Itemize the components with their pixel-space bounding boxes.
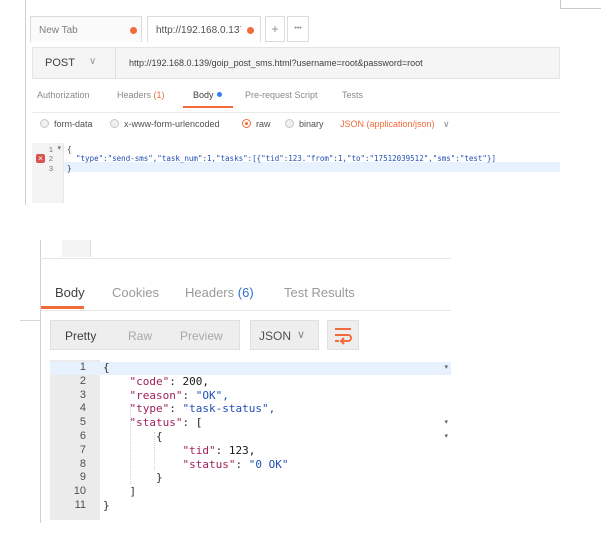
line-number: 9 [79, 471, 86, 484]
window-corner-line [560, 8, 601, 9]
tab-headers-label: Headers [117, 90, 152, 100]
tab-tests[interactable]: Tests [342, 90, 363, 100]
line-number: 1 [48, 145, 53, 154]
line-number: 10 [73, 485, 86, 498]
line-number: 8 [79, 457, 86, 470]
line-number: 3 [48, 164, 53, 173]
line-number: 3 [79, 388, 86, 401]
resize-strip[interactable] [62, 240, 91, 257]
view-mode-group: Pretty Raw Preview [50, 320, 240, 350]
code-line: ] [103, 485, 137, 499]
window-corner-line [560, 0, 561, 8]
radio-urlencoded[interactable] [110, 119, 119, 128]
urlencoded-label: x-www-form-urlencoded [124, 119, 220, 129]
request-body-editor[interactable]: 1 ▾ × 2 3 { "type":"send-sms","task_num"… [32, 143, 560, 203]
tab-body[interactable]: Body [193, 90, 222, 100]
form-data-label: form-data [54, 119, 93, 129]
radio-form-data[interactable] [40, 119, 49, 128]
panel-border [40, 240, 41, 523]
tab-pre-request-script[interactable]: Pre-request Script [245, 90, 318, 100]
line-number: 1 [79, 361, 86, 373]
format-select[interactable]: JSON ∨ [250, 320, 319, 350]
more-tabs-button[interactable]: ••• [287, 16, 309, 42]
code-line: } [103, 471, 163, 485]
divider [32, 112, 560, 113]
active-tab-underline [41, 306, 84, 309]
line-number: 6 [79, 430, 86, 442]
fold-icon[interactable]: ▾ [57, 144, 61, 152]
fold-icon[interactable]: ▾ [444, 418, 448, 426]
radio-raw[interactable] [242, 119, 251, 128]
code-line: "type":"send-sms","task_num":1,"tasks":[… [67, 154, 496, 163]
active-line-highlight [64, 162, 560, 172]
line-number: 7 [79, 443, 86, 456]
method-select[interactable]: POST [45, 57, 75, 69]
chevron-down-icon[interactable]: ∨ [89, 56, 96, 67]
preview-button[interactable]: Preview [180, 329, 223, 343]
raw-label: raw [256, 119, 271, 129]
indent-guide [130, 404, 131, 484]
divider [41, 310, 451, 311]
tab-label: http://192.168.0.13̈ [156, 25, 240, 36]
response-body-viewer[interactable]: 1 ▾ 2 3 4 5 ▾ 6 ▾ 7 8 9 10 11 { "code": 200, "reason"… [50, 360, 451, 520]
fold-icon[interactable]: ▾ [444, 432, 448, 440]
wrap-lines-icon [335, 328, 352, 345]
binary-label: binary [299, 119, 324, 129]
line-number: 11 [74, 499, 86, 511]
active-tab-underline [183, 106, 233, 108]
line-number: 2 [79, 374, 86, 387]
unsaved-dot-icon [247, 27, 254, 34]
unsaved-dot-icon [130, 27, 137, 34]
divider [40, 258, 451, 259]
code-line: "code": 200, [129, 374, 210, 388]
code-line: } [67, 164, 72, 173]
tab-response-body[interactable]: Body [55, 285, 85, 300]
new-tab-button[interactable]: + [265, 16, 285, 42]
url-input[interactable]: http://192.168.0.139/goip_post_sms.html?… [129, 58, 423, 68]
tab-authorization[interactable]: Authorization [37, 90, 90, 100]
chevron-down-icon[interactable]: ∨ [443, 119, 450, 130]
indent-guide [154, 432, 155, 470]
code-line: "type": "task-status", [129, 402, 276, 416]
tab-test-results[interactable]: Test Results [284, 285, 355, 300]
tab-headers[interactable]: Headers (1) [117, 90, 165, 100]
tab-label: New Tab [39, 25, 78, 36]
divider [20, 320, 41, 321]
panel-border [25, 0, 26, 205]
content-type-select[interactable]: JSON (application/json) [340, 119, 435, 129]
code-line: "tid": 123, [182, 443, 256, 457]
wrap-lines-button[interactable] [327, 320, 359, 350]
headers-count: (6) [237, 285, 254, 300]
format-label: JSON [259, 329, 292, 343]
line-number: 5 [79, 416, 86, 429]
fold-icon[interactable]: ▾ [444, 363, 448, 371]
tab-cookies[interactable]: Cookies [112, 285, 159, 300]
raw-button[interactable]: Raw [128, 329, 152, 343]
code-line: } [103, 499, 110, 512]
tab-request[interactable]: http://192.168.0.13̈ [147, 16, 261, 42]
code-line: "status": [ [129, 416, 203, 430]
tab-headers-label: Headers [185, 285, 235, 300]
tab-response-headers[interactable]: Headers (6) [185, 285, 254, 300]
active-line-highlight [50, 362, 451, 375]
url-bar: POST ∨ http://192.168.0.139/goip_post_sm… [32, 47, 560, 79]
tab-new-tab[interactable]: New Tab [30, 16, 142, 42]
body-indicator-icon [216, 92, 222, 97]
code-line: "reason": "OK", [129, 388, 229, 402]
tab-body-label: Body [193, 90, 214, 100]
code-line: { [67, 145, 72, 154]
line-gutter: 1 ▾ × 2 3 [32, 143, 64, 203]
pretty-button[interactable]: Pretty [65, 329, 96, 343]
code-line: { [103, 361, 110, 374]
chevron-down-icon: ∨ [297, 329, 306, 341]
headers-count: (1) [153, 90, 165, 100]
line-number: 2 [48, 154, 53, 163]
line-number: 4 [79, 402, 86, 415]
error-icon: × [36, 154, 45, 163]
divider [115, 48, 116, 78]
radio-binary[interactable] [285, 119, 294, 128]
